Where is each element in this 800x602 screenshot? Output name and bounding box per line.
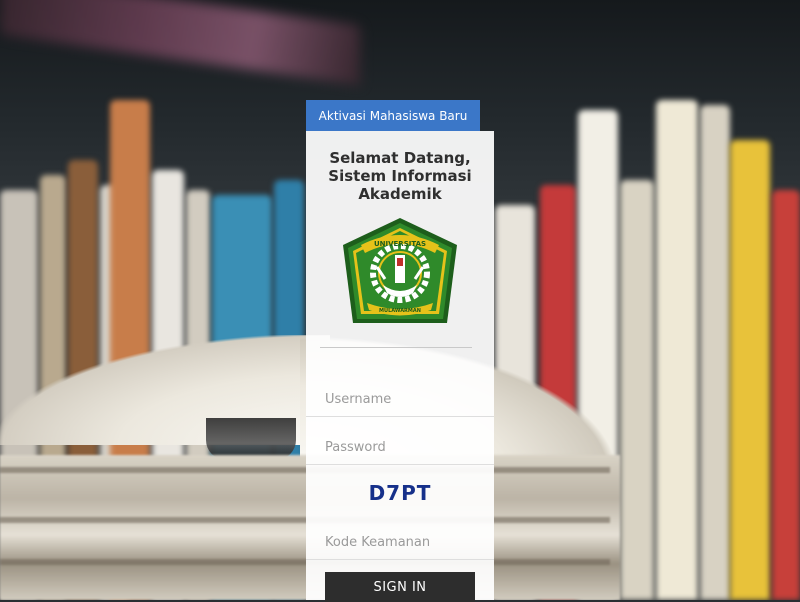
logo-top-text: UNIVERSITAS [374,240,426,248]
welcome-line-1: Selamat Datang, [329,149,471,167]
login-panel: Selamat Datang, Sistem Informasi Akademi… [306,131,494,602]
book-spine [656,100,698,600]
username-input[interactable] [306,381,494,417]
university-logo: UNIVERSITAS MULAWARMAN [343,218,457,323]
book-spine [772,190,800,600]
captcha-code: D7PT [368,481,432,505]
book-spine [730,140,770,600]
stack-edge [0,517,610,523]
sign-in-button[interactable]: SIGN IN [325,572,475,602]
password-input[interactable] [306,429,494,465]
divider [320,347,472,348]
stack-edge [0,467,610,473]
username-underline [306,416,494,417]
welcome-line-3: Akademik [358,185,442,203]
logo-bottom-text: MULAWARMAN [379,308,421,314]
security-code-underline [306,559,494,560]
activation-new-student-button[interactable]: Aktivasi Mahasiswa Baru [306,100,480,131]
security-code-input[interactable] [306,524,494,560]
stack-edge [0,559,610,565]
open-book-spine [206,418,296,460]
welcome-heading: Selamat Datang, Sistem Informasi Akademi… [306,149,494,203]
password-underline [306,464,494,465]
book-spine [700,105,730,600]
book-spine [620,180,654,600]
welcome-line-2: Sistem Informasi [328,167,472,185]
